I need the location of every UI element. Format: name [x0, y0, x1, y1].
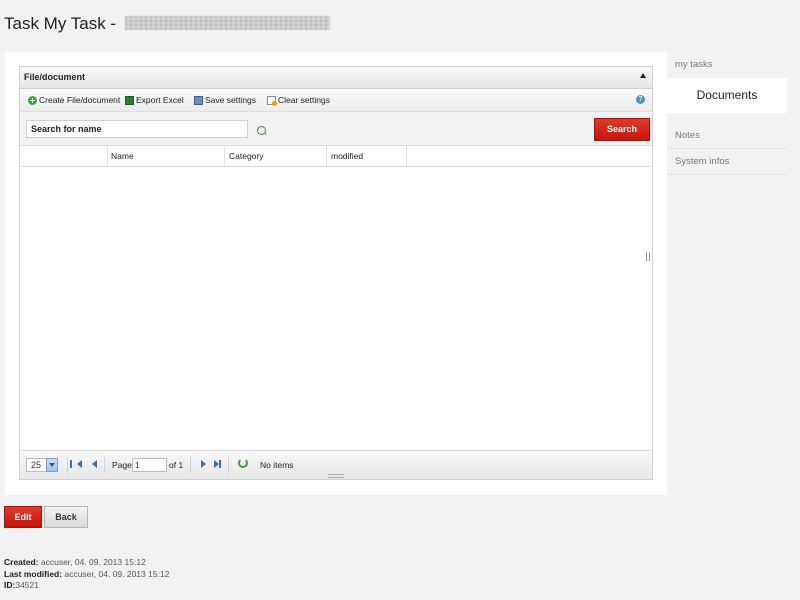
splitter-handle[interactable] — [646, 252, 650, 261]
back-button[interactable]: Back — [44, 506, 88, 528]
clear-settings-button[interactable]: Clear settings — [267, 94, 330, 106]
id-value: 34521 — [15, 580, 39, 590]
column-header-name[interactable]: Name — [108, 146, 225, 166]
clear-settings-icon — [267, 95, 277, 106]
add-circle-icon — [28, 95, 37, 105]
column-header-filler — [407, 146, 652, 166]
redacted-title-text — [124, 16, 330, 30]
pager-divider — [67, 457, 68, 473]
column-header-modified[interactable]: modified — [327, 146, 407, 166]
modified-value: accuser, 04. 09. 2013 15:12 — [64, 568, 170, 579]
column-header-select[interactable] — [20, 146, 108, 166]
create-file-document-button[interactable]: Create File/document — [28, 94, 120, 106]
id-line: ID:34521 — [4, 580, 169, 592]
modified-line: Last modified: accuser, 04. 09. 2013 15:… — [4, 569, 169, 581]
search-bar: Search — [20, 112, 652, 146]
pager-divider — [104, 457, 105, 473]
grid-title: File/document — [24, 72, 86, 82]
previous-page-icon[interactable] — [92, 460, 97, 468]
record-meta: Created: accuser, 04. 09. 2013 15:12 Las… — [4, 557, 169, 592]
excel-icon — [125, 95, 134, 105]
modified-label: Last modified: — [4, 568, 63, 579]
search-input[interactable] — [26, 120, 248, 138]
chevron-down-icon[interactable] — [46, 458, 58, 472]
created-line: Created: accuser, 04. 09. 2013 15:12 — [4, 557, 169, 569]
export-excel-button[interactable]: Export Excel — [125, 94, 184, 106]
edit-button[interactable]: Edit — [4, 506, 42, 528]
first-page-icon[interactable] — [70, 460, 82, 468]
export-label: Export Excel — [136, 95, 184, 105]
pager-status: No items — [260, 460, 294, 470]
grid-header: File/document — [20, 67, 652, 89]
page-title-text: Task My Task - — [4, 14, 117, 33]
grid-toolbar: Create File/document Export Excel Save s… — [20, 89, 652, 112]
pager-divider — [228, 457, 229, 473]
save-icon — [194, 95, 203, 105]
help-icon[interactable]: ? — [636, 95, 645, 104]
search-button[interactable]: Search — [594, 118, 650, 141]
last-page-icon[interactable] — [214, 460, 221, 468]
nav-item-documents[interactable]: Documents — [667, 78, 787, 113]
side-nav: my tasks Documents Notes System infos — [667, 52, 787, 175]
created-value: accuser, 04. 09. 2013 15:12 — [40, 557, 146, 567]
save-settings-button[interactable]: Save settings — [194, 94, 256, 106]
save-label: Save settings — [205, 95, 257, 105]
pager: 25 Page 1 of 1 No items — [20, 450, 652, 479]
page-label: Page — [112, 460, 132, 470]
resize-handle[interactable] — [328, 474, 344, 478]
main-panel: File/document Create File/document Expor… — [5, 52, 667, 495]
file-document-grid: File/document Create File/document Expor… — [19, 66, 653, 480]
grid-body — [20, 167, 652, 450]
clear-label: Clear settings — [278, 95, 330, 105]
nav-item-notes[interactable]: Notes — [667, 123, 787, 149]
page-count-label: of 1 — [169, 460, 184, 470]
create-label: Create File/document — [39, 95, 121, 105]
nav-item-system-infos[interactable]: System infos — [667, 149, 787, 175]
next-page-icon[interactable] — [201, 460, 206, 468]
column-header-row: Name Category modified — [20, 146, 652, 167]
page-number-input[interactable]: 1 — [132, 458, 167, 472]
refresh-icon[interactable] — [238, 458, 248, 468]
nav-item-my-tasks[interactable]: my tasks — [667, 52, 787, 78]
created-label: Created: — [4, 557, 39, 567]
column-header-category[interactable]: Category — [225, 146, 327, 166]
pager-divider — [190, 457, 191, 473]
search-icon[interactable] — [257, 126, 266, 135]
id-label: ID: — [4, 580, 16, 590]
page-title: Task My Task - — [4, 14, 330, 34]
collapse-icon[interactable] — [640, 73, 646, 78]
